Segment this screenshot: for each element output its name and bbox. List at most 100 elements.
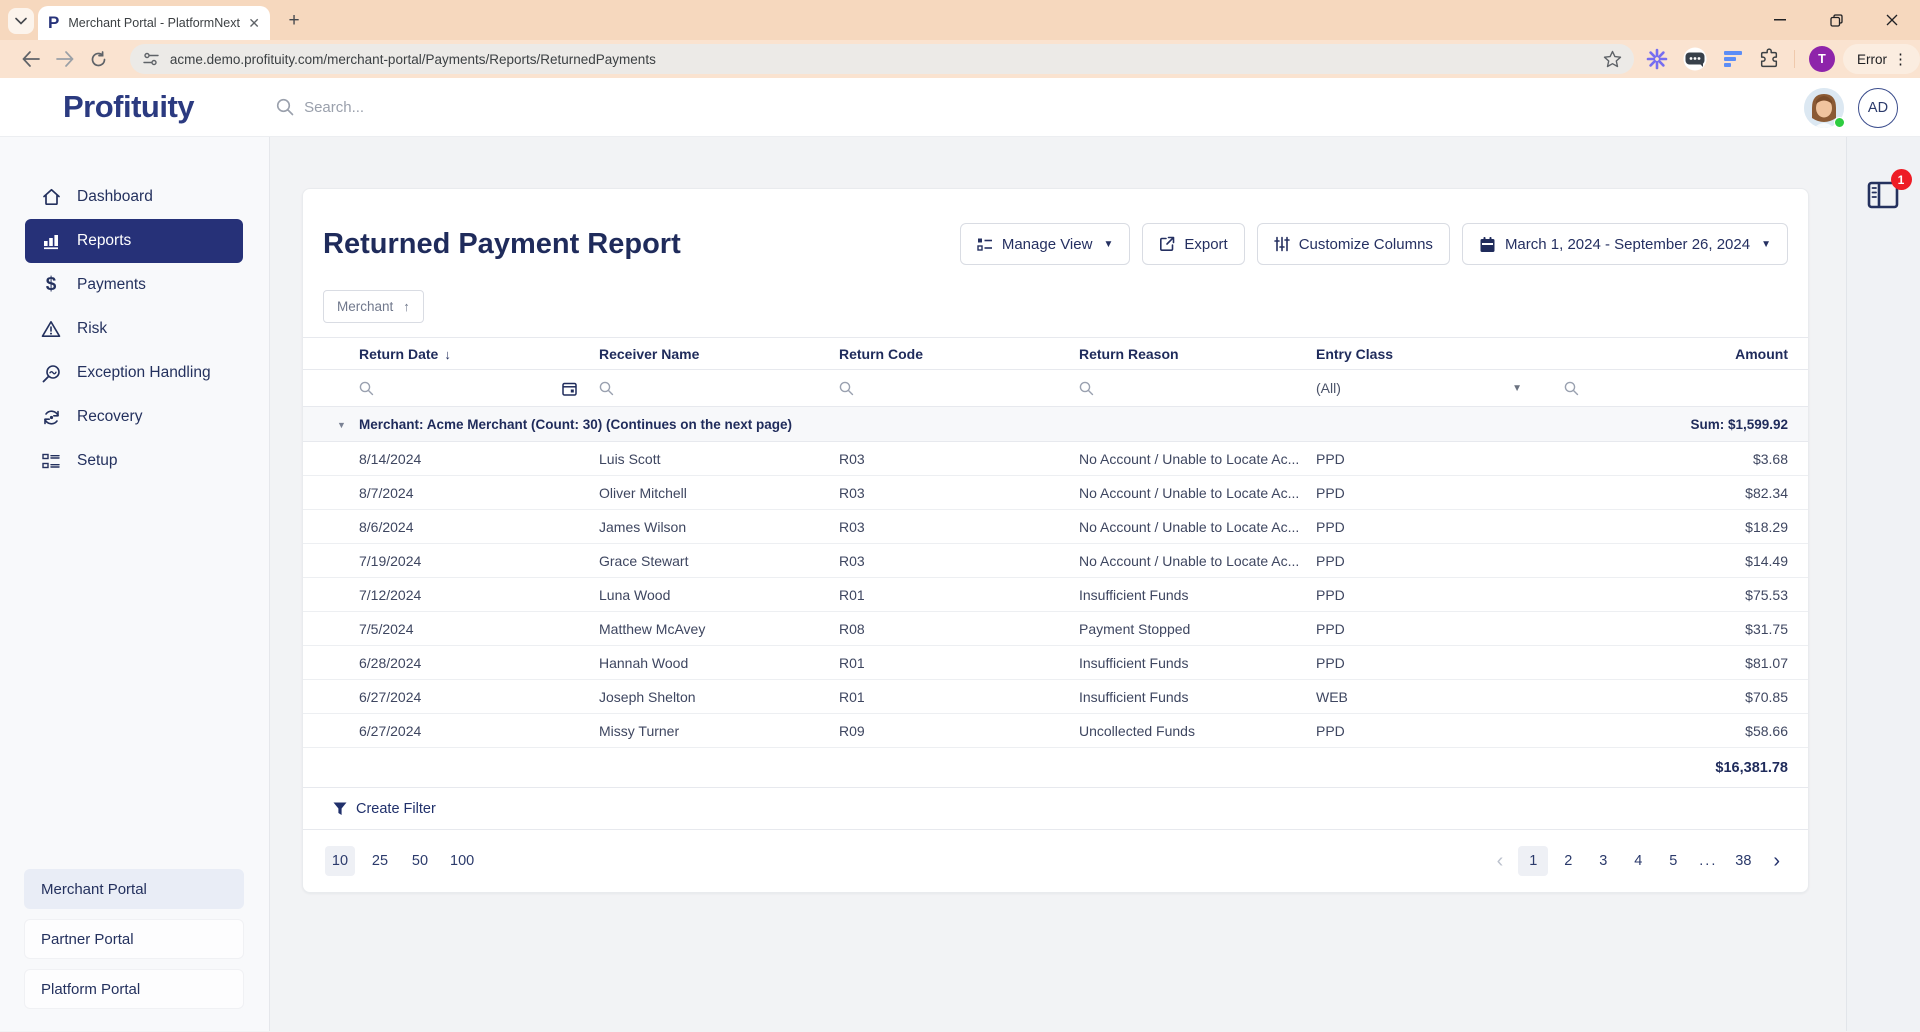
back-button[interactable] bbox=[14, 44, 48, 74]
error-label: Error bbox=[1857, 52, 1887, 67]
window-minimize-button[interactable] bbox=[1752, 0, 1808, 40]
column-header-return-date[interactable]: Return Date↓ bbox=[359, 346, 599, 362]
sidebar: Dashboard Reports $ Payments Risk Except… bbox=[0, 137, 270, 1031]
page-size-option[interactable]: 10 bbox=[325, 846, 355, 876]
table-row[interactable]: 6/27/2024 Joseph Shelton R01 Insufficien… bbox=[303, 680, 1808, 714]
user-photo[interactable] bbox=[1804, 88, 1844, 128]
search-input[interactable] bbox=[304, 99, 624, 116]
window-controls bbox=[1752, 0, 1920, 40]
restore-icon bbox=[1830, 14, 1843, 27]
portal-label: Platform Portal bbox=[41, 981, 140, 998]
window-close-button[interactable] bbox=[1864, 0, 1920, 40]
date-range-button[interactable]: March 1, 2024 - September 26, 2024 ▼ bbox=[1462, 223, 1788, 265]
page-number[interactable]: 2 bbox=[1553, 846, 1583, 876]
url-bar[interactable]: acme.demo.profituity.com/merchant-portal… bbox=[130, 44, 1634, 74]
notifications-panel-button[interactable]: 1 bbox=[1866, 179, 1902, 213]
user-initials-avatar[interactable]: AD bbox=[1858, 88, 1898, 128]
manage-view-button[interactable]: Manage View ▼ bbox=[960, 223, 1131, 265]
tab-search-button[interactable] bbox=[8, 8, 34, 34]
cell-return-code: R01 bbox=[839, 655, 1079, 671]
cell-return-reason: Insufficient Funds bbox=[1079, 689, 1316, 705]
window-restore-button[interactable] bbox=[1808, 0, 1864, 40]
table-row[interactable]: 8/7/2024 Oliver Mitchell R03 No Account … bbox=[303, 476, 1808, 510]
captions-extension-icon[interactable] bbox=[1682, 47, 1708, 71]
table-row[interactable]: 6/27/2024 Missy Turner R09 Uncollected F… bbox=[303, 714, 1808, 748]
create-filter-button[interactable]: Create Filter bbox=[303, 788, 1808, 830]
page-number[interactable]: 38 bbox=[1728, 846, 1758, 876]
new-tab-button[interactable]: + bbox=[282, 9, 306, 33]
sidebar-item-exception-handling[interactable]: Exception Handling bbox=[25, 351, 243, 395]
page-number[interactable]: 5 bbox=[1658, 846, 1688, 876]
pagination-bar: 10 25 50 100 ‹ 1 2 3 4 5 ... 38 › bbox=[303, 830, 1808, 892]
sidebar-item-label: Exception Handling bbox=[77, 364, 211, 382]
forward-button[interactable] bbox=[48, 44, 82, 74]
filter-return-code[interactable] bbox=[839, 370, 1079, 406]
browser-menu-error-button[interactable]: Error ⋮ bbox=[1843, 44, 1920, 74]
column-header-amount[interactable]: Amount bbox=[1556, 346, 1788, 362]
cell-entry-class: PPD bbox=[1316, 655, 1556, 671]
filter-entry-class-dropdown[interactable]: (All) ▼ bbox=[1316, 370, 1556, 406]
table-header-row: Return Date↓ Receiver Name Return Code R… bbox=[303, 337, 1808, 370]
table-row[interactable]: 6/28/2024 Hannah Wood R01 Insufficient F… bbox=[303, 646, 1808, 680]
toolbar-separator bbox=[1794, 50, 1795, 68]
filter-return-date[interactable] bbox=[359, 370, 599, 406]
export-button[interactable]: Export bbox=[1142, 223, 1244, 265]
table-row[interactable]: 8/6/2024 James Wilson R03 No Account / U… bbox=[303, 510, 1808, 544]
filter-amount[interactable] bbox=[1556, 370, 1788, 406]
cell-amount: $82.34 bbox=[1556, 485, 1788, 501]
online-status-dot bbox=[1834, 117, 1845, 128]
cell-return-date: 6/27/2024 bbox=[359, 689, 599, 705]
sidebar-item-payments[interactable]: $ Payments bbox=[25, 263, 243, 307]
page-size-option[interactable]: 25 bbox=[365, 846, 395, 876]
extensions-puzzle-icon[interactable] bbox=[1758, 48, 1780, 70]
column-header-return-reason[interactable]: Return Reason bbox=[1079, 346, 1316, 362]
reload-button[interactable] bbox=[82, 44, 116, 74]
portal-button-merchant[interactable]: Merchant Portal bbox=[24, 869, 244, 909]
chevron-down-icon bbox=[15, 17, 27, 25]
page-size-option[interactable]: 50 bbox=[405, 846, 435, 876]
export-icon bbox=[1159, 236, 1175, 252]
group-row[interactable]: ▼ Merchant: Acme Merchant (Count: 30) (C… bbox=[303, 407, 1808, 442]
table-row[interactable]: 8/14/2024 Luis Scott R03 No Account / Un… bbox=[303, 442, 1808, 476]
column-header-return-code[interactable]: Return Code bbox=[839, 346, 1079, 362]
table-row[interactable]: 7/19/2024 Grace Stewart R03 No Account /… bbox=[303, 544, 1808, 578]
next-page-chevron-icon[interactable]: › bbox=[1763, 850, 1790, 873]
browser-profile-avatar[interactable]: T bbox=[1809, 46, 1835, 72]
cell-entry-class: PPD bbox=[1316, 485, 1556, 501]
portal-button-partner[interactable]: Partner Portal bbox=[24, 919, 244, 959]
sidebar-item-reports[interactable]: Reports bbox=[25, 219, 243, 263]
sidebar-item-risk[interactable]: Risk bbox=[25, 307, 243, 351]
page-number[interactable]: 3 bbox=[1588, 846, 1618, 876]
group-by-chip[interactable]: Merchant ↑ bbox=[323, 290, 424, 323]
cell-return-code: R01 bbox=[839, 689, 1079, 705]
bookmark-star-icon[interactable] bbox=[1603, 50, 1622, 68]
portal-button-platform[interactable]: Platform Portal bbox=[24, 969, 244, 1009]
filter-receiver-name[interactable] bbox=[599, 370, 839, 406]
collapse-triangle-icon[interactable]: ▼ bbox=[337, 420, 346, 430]
table-row[interactable]: 7/12/2024 Luna Wood R01 Insufficient Fun… bbox=[303, 578, 1808, 612]
forward-icon bbox=[56, 51, 74, 67]
cell-amount: $70.85 bbox=[1556, 689, 1788, 705]
filter-return-reason[interactable] bbox=[1079, 370, 1316, 406]
cell-return-date: 7/5/2024 bbox=[359, 621, 599, 637]
tab-close-icon[interactable]: ✕ bbox=[248, 15, 260, 32]
page-number[interactable]: 4 bbox=[1623, 846, 1653, 876]
browser-tab[interactable]: P Merchant Portal - PlatformNext ✕ bbox=[38, 6, 270, 40]
table-row[interactable]: 7/5/2024 Matthew McAvey R08 Payment Stop… bbox=[303, 612, 1808, 646]
page-number[interactable]: 1 bbox=[1518, 846, 1548, 876]
column-header-receiver-name[interactable]: Receiver Name bbox=[599, 346, 839, 362]
portal-label: Merchant Portal bbox=[41, 881, 147, 898]
sidebar-item-dashboard[interactable]: Dashboard bbox=[25, 175, 243, 219]
prev-page-chevron-icon[interactable]: ‹ bbox=[1487, 850, 1514, 873]
column-header-entry-class[interactable]: Entry Class bbox=[1316, 346, 1556, 362]
back-icon bbox=[22, 51, 40, 67]
page-size-option[interactable]: 100 bbox=[445, 846, 479, 876]
spark-extension-icon[interactable] bbox=[1646, 48, 1668, 70]
filter-bars-extension-icon[interactable] bbox=[1722, 49, 1744, 69]
page-size-selector: 10 25 50 100 bbox=[325, 846, 479, 876]
sidebar-item-recovery[interactable]: Recovery bbox=[25, 395, 243, 439]
customize-columns-button[interactable]: Customize Columns bbox=[1257, 223, 1450, 265]
url-text: acme.demo.profituity.com/merchant-portal… bbox=[170, 52, 1603, 67]
calendar-filter-icon[interactable] bbox=[562, 381, 577, 396]
sidebar-item-setup[interactable]: Setup bbox=[25, 439, 243, 483]
